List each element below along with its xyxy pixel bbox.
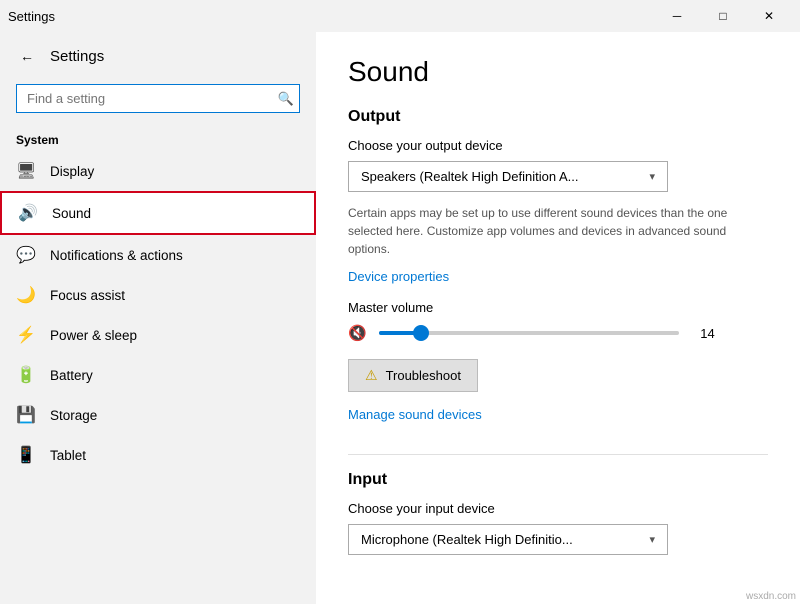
- power-icon: ⚡: [16, 325, 36, 345]
- storage-icon: 💾: [16, 405, 36, 425]
- sidebar-item-sound[interactable]: 🔊 Sound: [0, 191, 316, 235]
- volume-value: 14: [691, 326, 715, 341]
- output-device-label: Choose your output device: [348, 138, 768, 153]
- sidebar-header: ← Settings: [0, 32, 316, 80]
- output-hint-text: Certain apps may be set up to use differ…: [348, 204, 768, 258]
- device-properties-link[interactable]: Device properties: [348, 269, 449, 284]
- volume-slider[interactable]: [379, 323, 679, 343]
- search-box: 🔍: [16, 84, 300, 113]
- volume-row: 🔇 14: [348, 323, 768, 343]
- sidebar-item-label: Focus assist: [50, 288, 125, 303]
- close-button[interactable]: ✕: [746, 0, 792, 32]
- search-icon[interactable]: 🔍: [278, 91, 294, 107]
- titlebar: Settings ─ □ ✕: [0, 0, 800, 32]
- titlebar-controls: ─ □ ✕: [654, 0, 792, 32]
- volume-label: Master volume: [348, 300, 768, 315]
- sidebar-item-battery[interactable]: 🔋 Battery: [0, 355, 316, 395]
- input-device-label: Choose your input device: [348, 501, 768, 516]
- input-section-title: Input: [348, 471, 768, 489]
- sidebar-item-label: Storage: [50, 408, 97, 423]
- sidebar-item-display[interactable]: 🖥 Display: [0, 151, 316, 191]
- notifications-icon: 💬: [16, 245, 36, 265]
- volume-track: [379, 331, 679, 335]
- app-body: ← Settings 🔍 System 🖥 Display 🔊 Sound 💬 …: [0, 32, 800, 604]
- sidebar-item-label: Battery: [50, 368, 93, 383]
- titlebar-title: Settings: [8, 9, 55, 24]
- section-divider: [348, 454, 768, 455]
- chevron-down-icon: ▾: [649, 170, 655, 183]
- search-input[interactable]: [16, 84, 300, 113]
- input-device-dropdown[interactable]: Microphone (Realtek High Definitio... ▾: [348, 524, 668, 555]
- troubleshoot-button[interactable]: ⚠ Troubleshoot: [348, 359, 478, 392]
- maximize-button[interactable]: □: [700, 0, 746, 32]
- battery-icon: 🔋: [16, 365, 36, 385]
- sidebar: ← Settings 🔍 System 🖥 Display 🔊 Sound 💬 …: [0, 32, 316, 604]
- manage-sound-devices-link[interactable]: Manage sound devices: [348, 407, 482, 422]
- input-device-value: Microphone (Realtek High Definitio...: [361, 532, 573, 547]
- main-content: Sound Output Choose your output device S…: [316, 32, 800, 604]
- page-title: Sound: [348, 56, 768, 88]
- sidebar-item-focus[interactable]: 🌙 Focus assist: [0, 275, 316, 315]
- sidebar-item-label: Tablet: [50, 448, 86, 463]
- sidebar-item-power[interactable]: ⚡ Power & sleep: [0, 315, 316, 355]
- back-button[interactable]: ←: [16, 44, 38, 68]
- sidebar-item-tablet[interactable]: 📱 Tablet: [0, 435, 316, 475]
- warning-icon: ⚠: [365, 367, 378, 384]
- tablet-icon: 📱: [16, 445, 36, 465]
- output-device-dropdown[interactable]: Speakers (Realtek High Definition A... ▾: [348, 161, 668, 192]
- mute-icon[interactable]: 🔇: [348, 324, 367, 342]
- display-icon: 🖥: [16, 161, 36, 181]
- sidebar-item-notifications[interactable]: 💬 Notifications & actions: [0, 235, 316, 275]
- focus-icon: 🌙: [16, 285, 36, 305]
- sound-icon: 🔊: [18, 203, 38, 223]
- output-section-title: Output: [348, 108, 768, 126]
- sidebar-item-label: Sound: [52, 206, 91, 221]
- minimize-button[interactable]: ─: [654, 0, 700, 32]
- sidebar-item-label: Display: [50, 164, 94, 179]
- troubleshoot-label: Troubleshoot: [386, 368, 461, 383]
- output-device-value: Speakers (Realtek High Definition A...: [361, 169, 579, 184]
- watermark: wsxdn.com: [746, 591, 796, 602]
- sidebar-item-label: Power & sleep: [50, 328, 137, 343]
- sidebar-item-label: Notifications & actions: [50, 248, 183, 263]
- sidebar-item-storage[interactable]: 💾 Storage: [0, 395, 316, 435]
- sidebar-section-label: System: [0, 125, 316, 151]
- chevron-down-icon: ▾: [649, 533, 655, 546]
- sidebar-app-title: Settings: [50, 48, 104, 65]
- volume-thumb: [413, 325, 429, 341]
- titlebar-left: Settings: [8, 9, 55, 24]
